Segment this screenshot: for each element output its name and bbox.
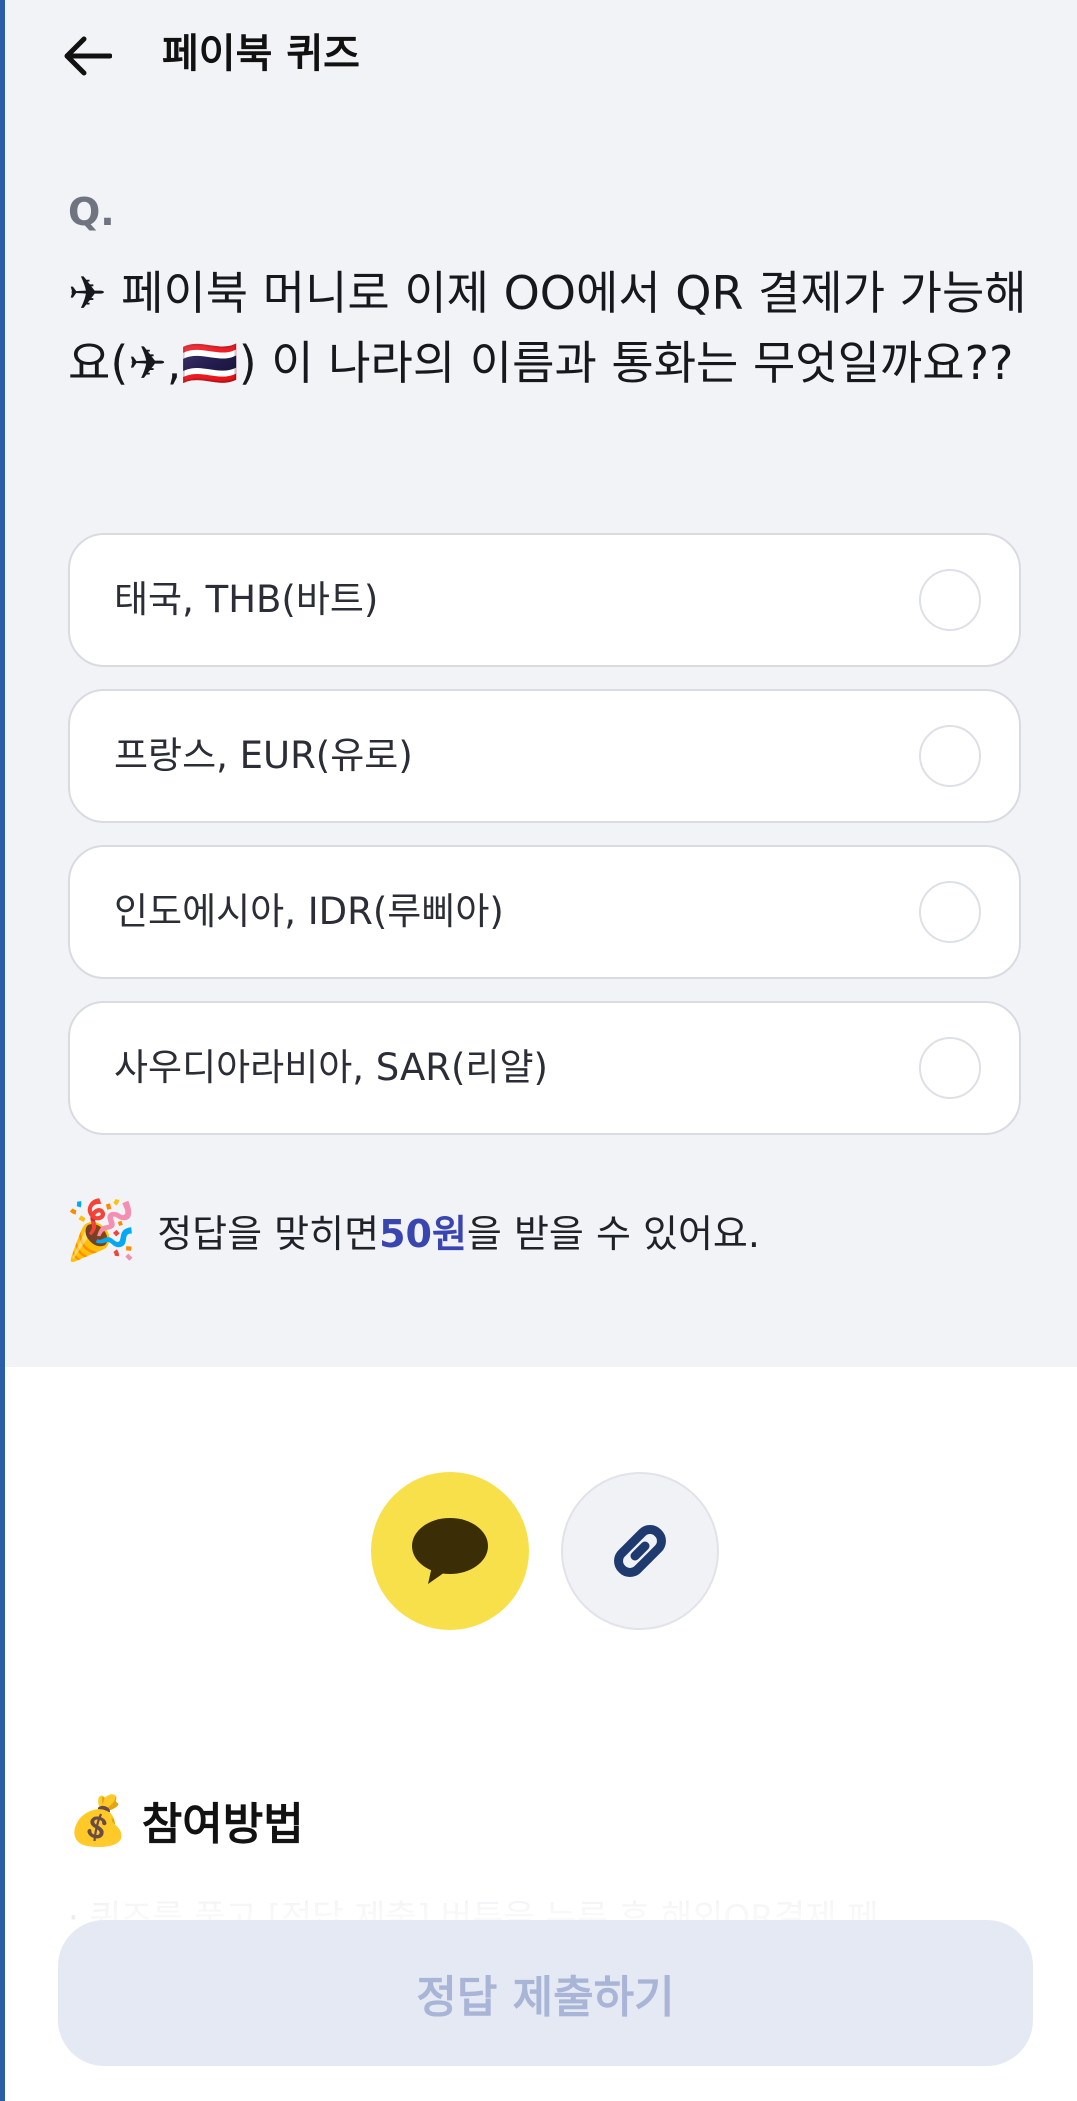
radio-button[interactable]	[919, 725, 981, 787]
answer-option-label: 프랑스, EUR(유로)	[114, 734, 413, 777]
quiz-section: 페이북 퀴즈 Q. ✈ 페이북 머니로 이제 OO에서 QR 결제가 가능해요(…	[5, 0, 1077, 1367]
app-header: 페이북 퀴즈	[5, 0, 1077, 112]
kakao-talk-icon	[412, 1518, 488, 1584]
kakao-share-button[interactable]	[371, 1472, 529, 1630]
copy-link-button[interactable]	[561, 1472, 719, 1630]
how-to-title: 💰 참여방법	[68, 1785, 304, 1855]
quiz-page: 페이북 퀴즈 Q. ✈ 페이북 머니로 이제 OO에서 QR 결제가 가능해요(…	[0, 0, 1077, 2101]
answer-option-label: 태국, THB(바트)	[114, 578, 379, 621]
back-button[interactable]	[57, 26, 117, 86]
answer-option[interactable]: 프랑스, EUR(유로)	[68, 689, 1021, 823]
submit-answer-button[interactable]: 정답 제출하기	[58, 1920, 1033, 2066]
share-buttons	[371, 1472, 719, 1632]
answer-option[interactable]: 인도에시아, IDR(루삐아)	[68, 845, 1021, 979]
reward-prefix: 정답을 맞히면	[157, 1211, 380, 1256]
question-label: Q.	[68, 190, 115, 234]
answer-option-label: 인도에시아, IDR(루삐아)	[114, 890, 504, 933]
money-bag-icon: 💰	[68, 1792, 128, 1849]
question-text: ✈ 페이북 머니로 이제 OO에서 QR 결제가 가능해요(✈,🇹🇭) 이 나라…	[68, 266, 1027, 390]
radio-button[interactable]	[919, 569, 981, 631]
answer-option[interactable]: 사우디아라비아, SAR(리얄)	[68, 1001, 1021, 1135]
arrow-left-icon	[64, 36, 112, 76]
answer-option-label: 사우디아라비아, SAR(리얄)	[114, 1046, 548, 1089]
how-to-title-text: 참여방법	[141, 1799, 304, 1850]
answer-option[interactable]: 태국, THB(바트)	[68, 533, 1021, 667]
link-icon	[614, 1525, 666, 1577]
reward-suffix: 을 받을 수 있어요.	[466, 1211, 760, 1256]
answer-options: 태국, THB(바트) 프랑스, EUR(유로) 인도에시아, IDR(루삐아)…	[68, 533, 1021, 1157]
reward-notice: 🎉 정답을 맞히면 50원 을 받을 수 있어요.	[65, 1195, 760, 1265]
radio-button[interactable]	[919, 881, 981, 943]
reward-amount: 50원	[379, 1211, 467, 1256]
party-popper-icon: 🎉	[65, 1196, 138, 1264]
page-title: 페이북 퀴즈	[162, 31, 360, 77]
radio-button[interactable]	[919, 1037, 981, 1099]
